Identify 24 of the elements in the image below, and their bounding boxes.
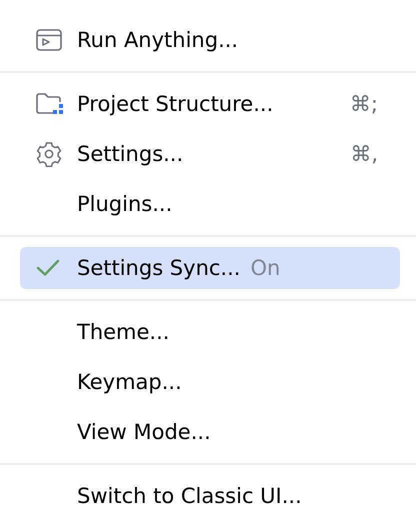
menu-item-label: Project Structure... bbox=[77, 92, 274, 116]
menu-item[interactable]: Theme... bbox=[20, 311, 400, 353]
run-window-icon bbox=[36, 29, 62, 51]
menu-item-label: Switch to Classic UI... bbox=[77, 484, 302, 508]
menu-item[interactable]: Settings... ⌘, bbox=[20, 133, 400, 175]
menu-item-label: Run Anything... bbox=[77, 28, 238, 52]
menu-item[interactable]: Project Structure... ⌘; bbox=[20, 83, 400, 125]
menu-item-label: Settings Sync... bbox=[77, 256, 240, 280]
menu-item[interactable]: Settings Sync... On bbox=[20, 247, 400, 289]
folder-icon bbox=[36, 92, 64, 116]
menu-item[interactable]: View Mode... bbox=[20, 411, 400, 453]
shortcut-label: ⌘; bbox=[350, 92, 378, 116]
menu-item[interactable]: Plugins... bbox=[20, 183, 400, 225]
menu-item-label: View Mode... bbox=[77, 420, 211, 444]
menu-item-label: Theme... bbox=[77, 320, 170, 344]
menu-item[interactable]: Run Anything... bbox=[20, 19, 400, 61]
menu-item[interactable]: Keymap... bbox=[20, 361, 400, 403]
menu-item-label: Plugins... bbox=[77, 192, 172, 216]
settings-icon bbox=[36, 141, 62, 167]
status-label: On bbox=[250, 256, 280, 280]
menu-item-label: Settings... bbox=[77, 142, 184, 166]
menu-item[interactable]: Switch to Classic UI... bbox=[20, 475, 400, 517]
shortcut-label: ⌘, bbox=[350, 142, 378, 166]
menu-item-label: Keymap... bbox=[77, 370, 182, 394]
